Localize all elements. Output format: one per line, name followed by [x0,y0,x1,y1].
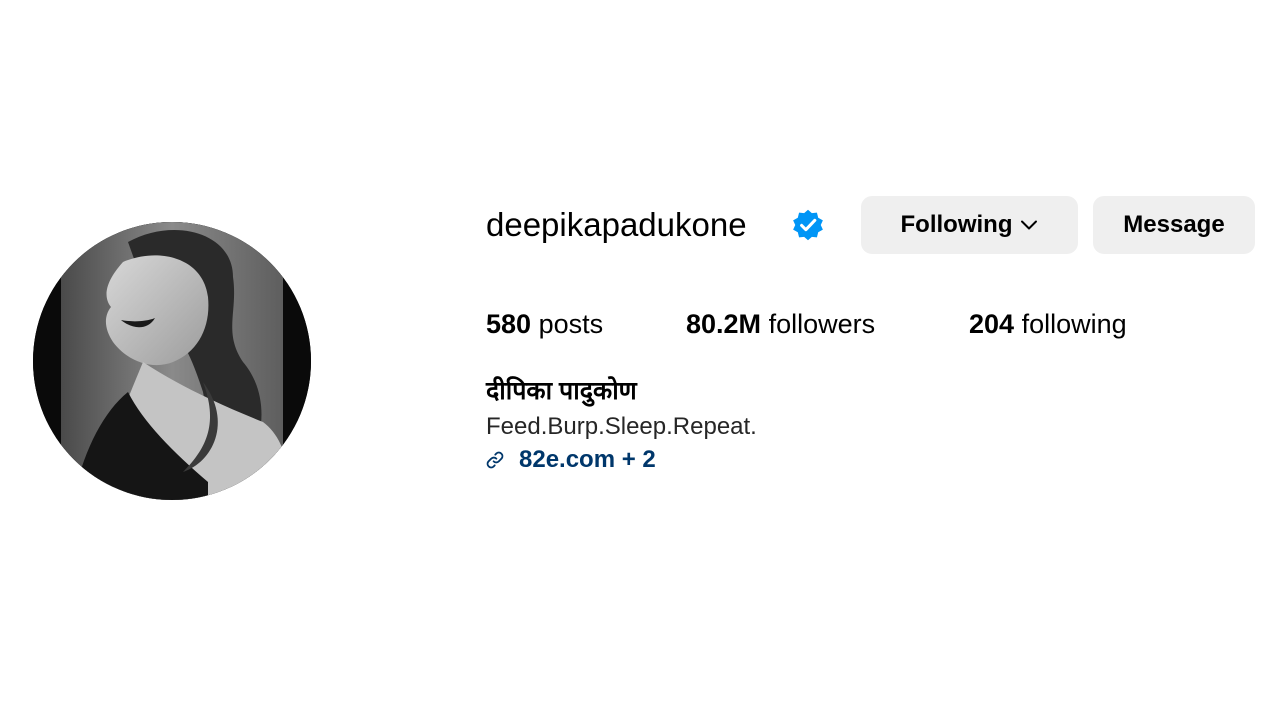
posts-label: posts [538,309,604,339]
profile-full-name: दीपिका पादुकोण [486,377,637,405]
avatar-image [33,222,311,500]
profile-bio: Feed.Burp.Sleep.Repeat. [486,413,757,440]
followers-stat[interactable]: 80.2M followers [686,306,875,342]
profile-avatar[interactable] [33,222,311,500]
following-stat-label: following [1021,309,1127,339]
following-button-label: Following [900,211,1013,238]
profile-page: deepikapadukone Following Message 580 po… [0,0,1280,720]
followers-count: 80.2M [686,309,762,339]
following-button[interactable]: Following [861,196,1078,254]
message-button-label: Message [1123,211,1225,238]
chevron-down-icon [1021,220,1038,230]
link-icon [486,451,504,469]
message-button[interactable]: Message [1093,196,1255,254]
following-stat[interactable]: 204 following [969,306,1127,342]
followers-label: followers [768,309,876,339]
posts-count: 580 [486,309,532,339]
following-count: 204 [969,309,1015,339]
verified-badge-icon [793,209,823,241]
profile-username: deepikapadukone [486,206,747,243]
profile-link-text: 82e.com + 2 [519,446,656,473]
posts-stat: 580 posts [486,306,603,342]
profile-link[interactable]: 82e.com + 2 [484,444,656,476]
